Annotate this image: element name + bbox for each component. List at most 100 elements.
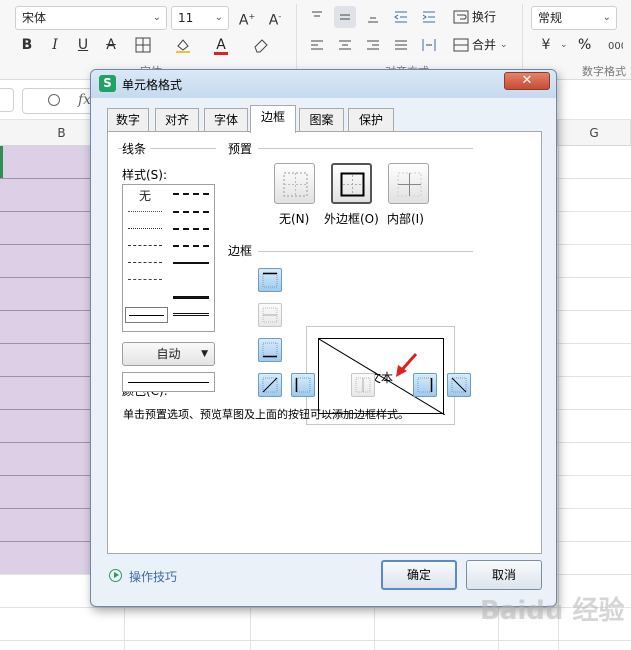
group-separator	[296, 4, 297, 74]
tab-alignment[interactable]: 对齐	[155, 108, 199, 132]
strikethrough-icon[interactable]: A	[100, 34, 122, 56]
color-dropdown[interactable]: 自动 ▼	[122, 342, 215, 366]
align-top-icon[interactable]	[306, 6, 328, 28]
decrease-font-icon[interactable]: A-	[264, 6, 286, 29]
thousands-separator-icon[interactable]: 000	[604, 34, 626, 56]
style-dash-dot-dot[interactable]	[128, 245, 162, 246]
currency-icon[interactable]: ¥	[535, 34, 557, 56]
border-diagonal-up-button[interactable]	[258, 373, 282, 397]
hint-text: 单击预置选项、预览草图及上面的按钮可以添加边框样式。	[123, 408, 409, 421]
align-bottom-icon[interactable]	[362, 6, 384, 28]
align-center-icon[interactable]	[334, 34, 356, 56]
style-hairline-dotted[interactable]	[128, 211, 162, 212]
diagonal-up-icon	[262, 377, 278, 393]
chevron-down-icon: ⌄	[152, 12, 161, 23]
column-label: B	[57, 126, 66, 140]
preset-none-button[interactable]	[274, 163, 315, 204]
preset-inside-label: 内部(I)	[387, 212, 424, 226]
cancel-button[interactable]: 取消	[466, 560, 542, 590]
chevron-down-icon[interactable]: ⌄	[560, 34, 568, 56]
wrap-text-icon[interactable]	[450, 6, 472, 28]
underline-icon[interactable]: U	[72, 34, 94, 56]
border-tab-panel: 线条 样式(S): 无 颜色(C): 自动 ▼	[107, 131, 542, 554]
border-bottom-button[interactable]	[258, 338, 282, 362]
border-right-button[interactable]	[413, 373, 437, 397]
percent-button[interactable]: %	[578, 34, 591, 56]
style-double[interactable]	[173, 313, 209, 316]
chevron-down-icon[interactable]: ⌄	[500, 34, 508, 56]
style-none-option[interactable]: 无	[139, 187, 151, 204]
font-color-icon[interactable]: A	[210, 34, 232, 56]
tips-label: 操作技巧	[129, 570, 178, 584]
play-circle-icon	[109, 569, 122, 582]
style-thick[interactable]	[173, 296, 209, 299]
border-top-icon	[262, 272, 278, 288]
font-name-value: 宋体	[22, 11, 47, 25]
style-dash-dot[interactable]	[128, 262, 162, 263]
tab-border[interactable]: 边框	[250, 105, 296, 133]
distribute-icon[interactable]	[418, 34, 440, 56]
tab-protection[interactable]: 保护	[348, 108, 394, 132]
font-size-value: 11	[178, 11, 194, 25]
color-value: 自动	[156, 347, 181, 361]
font-size-select[interactable]: 11 ⌄	[171, 6, 229, 30]
close-button[interactable]: ✕	[504, 72, 550, 90]
preset-inside-button[interactable]	[388, 163, 429, 204]
border-inner-horizontal-button[interactable]	[258, 303, 282, 327]
border-top-button[interactable]	[258, 268, 282, 292]
font-name-select[interactable]: 宋体 ⌄	[15, 6, 167, 30]
merge-cells-label[interactable]: 合并	[472, 34, 496, 56]
column-header-g[interactable]: G	[558, 120, 631, 146]
tab-font[interactable]: 字体	[204, 108, 248, 132]
format-cells-dialog: S 单元格格式 ✕ 数字 对齐 字体 边框 图案 保护 线条 样式(S): 无	[90, 69, 557, 607]
justify-icon[interactable]	[390, 34, 412, 56]
number-format-select[interactable]: 常规 ⌄	[531, 6, 617, 30]
increase-indent-icon[interactable]	[418, 6, 440, 28]
borders-icon[interactable]	[132, 34, 154, 56]
group-separator	[522, 4, 523, 74]
border-inner-vertical-button[interactable]	[351, 373, 375, 397]
chevron-down-icon: ⌄	[214, 12, 223, 23]
style-medium[interactable]	[173, 262, 209, 264]
active-cell-marker	[0, 146, 3, 178]
ok-button[interactable]: 确定	[381, 560, 457, 590]
line-style-list[interactable]: 无	[122, 184, 215, 332]
border-left-button[interactable]	[291, 373, 315, 397]
border-diagonal-down-button[interactable]	[447, 373, 471, 397]
name-box[interactable]	[0, 88, 14, 112]
style-dotted[interactable]	[128, 228, 162, 229]
border-outline-icon	[340, 172, 365, 197]
merge-cells-icon[interactable]	[450, 34, 472, 56]
grid-line	[0, 640, 631, 641]
align-right-icon[interactable]	[362, 34, 384, 56]
align-left-icon[interactable]	[306, 34, 328, 56]
diagonal-down-icon	[451, 377, 467, 393]
eraser-icon[interactable]	[250, 34, 272, 56]
preset-none-label: 无(N)	[279, 212, 310, 226]
preset-outline-label: 外边框(O)	[324, 212, 379, 226]
style-medium-dashed[interactable]	[173, 245, 209, 247]
line-color-preview	[122, 372, 215, 392]
preset-outline-button[interactable]	[331, 163, 372, 204]
align-middle-icon[interactable]	[334, 6, 356, 28]
fill-color-icon[interactable]	[172, 34, 194, 56]
border-bottom-icon	[262, 342, 278, 358]
decrease-indent-icon[interactable]	[390, 6, 412, 28]
wrap-text-label[interactable]: 换行	[472, 6, 496, 28]
style-dashed[interactable]	[128, 279, 162, 280]
bold-icon[interactable]: B	[16, 34, 38, 56]
dialog-title: 单元格格式	[122, 78, 183, 92]
dialog-titlebar[interactable]: S 单元格格式 ✕	[91, 70, 556, 98]
ribbon-toolbar: 宋体 ⌄ 11 ⌄ A+ A- B I U A A 换行 合并 ⌄ 常规 ⌄ ¥…	[0, 0, 631, 80]
number-format-value: 常规	[538, 11, 563, 25]
style-thin-selected[interactable]	[125, 307, 168, 323]
tab-pattern[interactable]: 图案	[299, 108, 344, 132]
style-medium-dash-dot[interactable]	[173, 228, 209, 230]
group-divider	[258, 148, 473, 149]
tab-number[interactable]: 数字	[107, 108, 149, 132]
zoom-icon[interactable]	[48, 94, 60, 106]
style-medium-dash-dot-dot[interactable]	[173, 193, 209, 195]
italic-icon[interactable]: I	[44, 34, 66, 56]
style-slant-dash-dot[interactable]	[173, 211, 209, 213]
increase-font-icon[interactable]: A+	[236, 6, 258, 29]
